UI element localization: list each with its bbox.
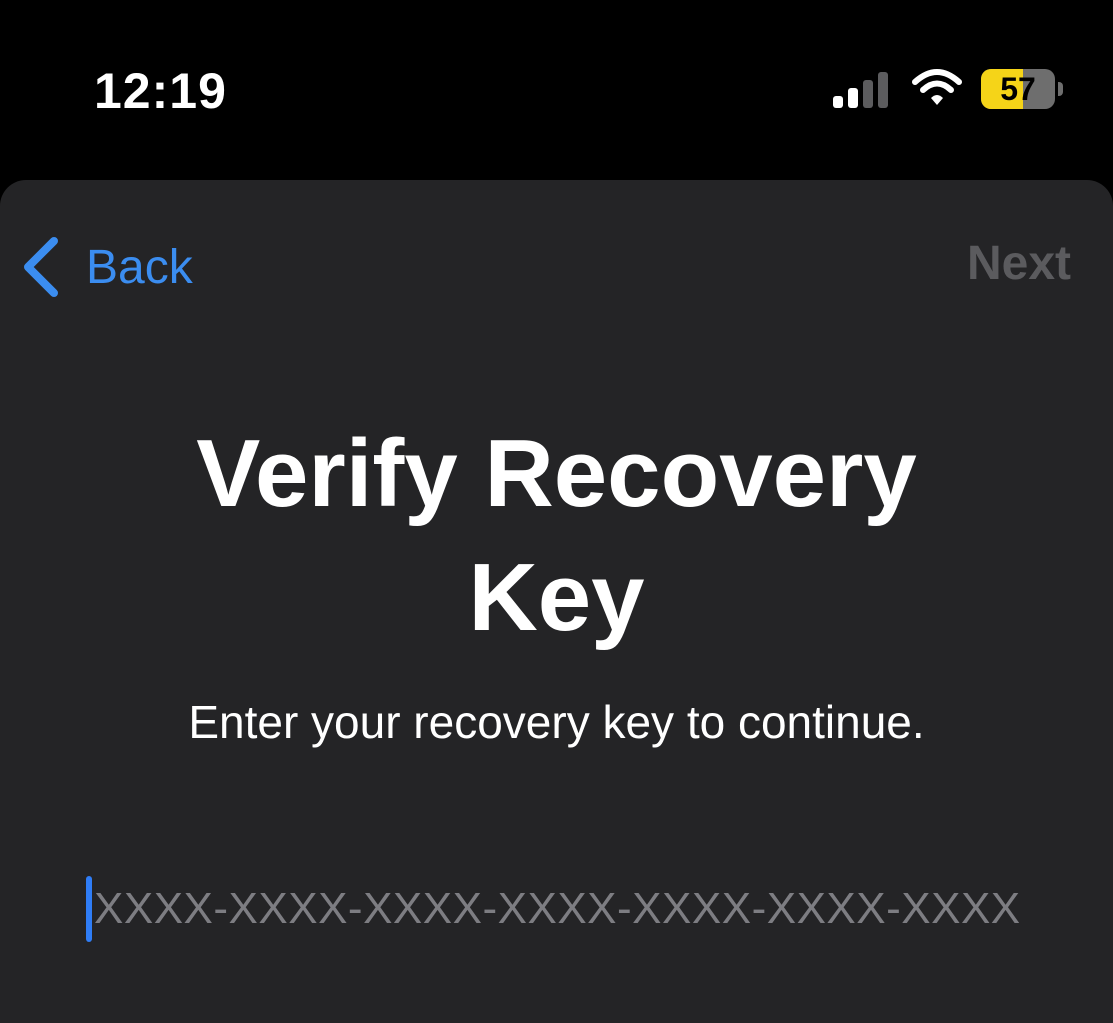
next-button[interactable]: Next: [967, 236, 1071, 291]
status-bar: 12:19 57: [0, 0, 1113, 180]
recovery-key-placeholder: XXXX-XXXX-XXXX-XXXX-XXXX-XXXX-XXXX: [94, 884, 1021, 933]
recovery-key-input[interactable]: XXXX-XXXX-XXXX-XXXX-XXXX-XXXX-XXXX: [86, 874, 1046, 944]
battery-body: 57: [981, 69, 1055, 109]
back-button[interactable]: Back: [18, 232, 193, 302]
page-subtitle: Enter your recovery key to continue.: [188, 696, 925, 748]
battery-level: 57: [1000, 71, 1036, 107]
battery-nub: [1058, 82, 1063, 96]
page-title-line-2: Key: [468, 544, 645, 651]
modal-sheet: Back Next Verify Recovery Key Enter your…: [0, 180, 1113, 1023]
page-title: Verify Recovery Key: [0, 412, 1113, 660]
signal-icon: [833, 72, 888, 108]
back-label: Back: [86, 240, 193, 294]
screen: 12:19 57 Back Next Verify Recovery Key E…: [0, 0, 1113, 1023]
chevron-left-icon: [24, 237, 58, 297]
page-title-line-1: Verify Recovery: [196, 420, 917, 527]
wifi-icon: [912, 69, 962, 105]
status-time: 12:19: [94, 63, 227, 119]
text-cursor: [86, 876, 92, 942]
battery-icon: 57: [981, 69, 1065, 109]
